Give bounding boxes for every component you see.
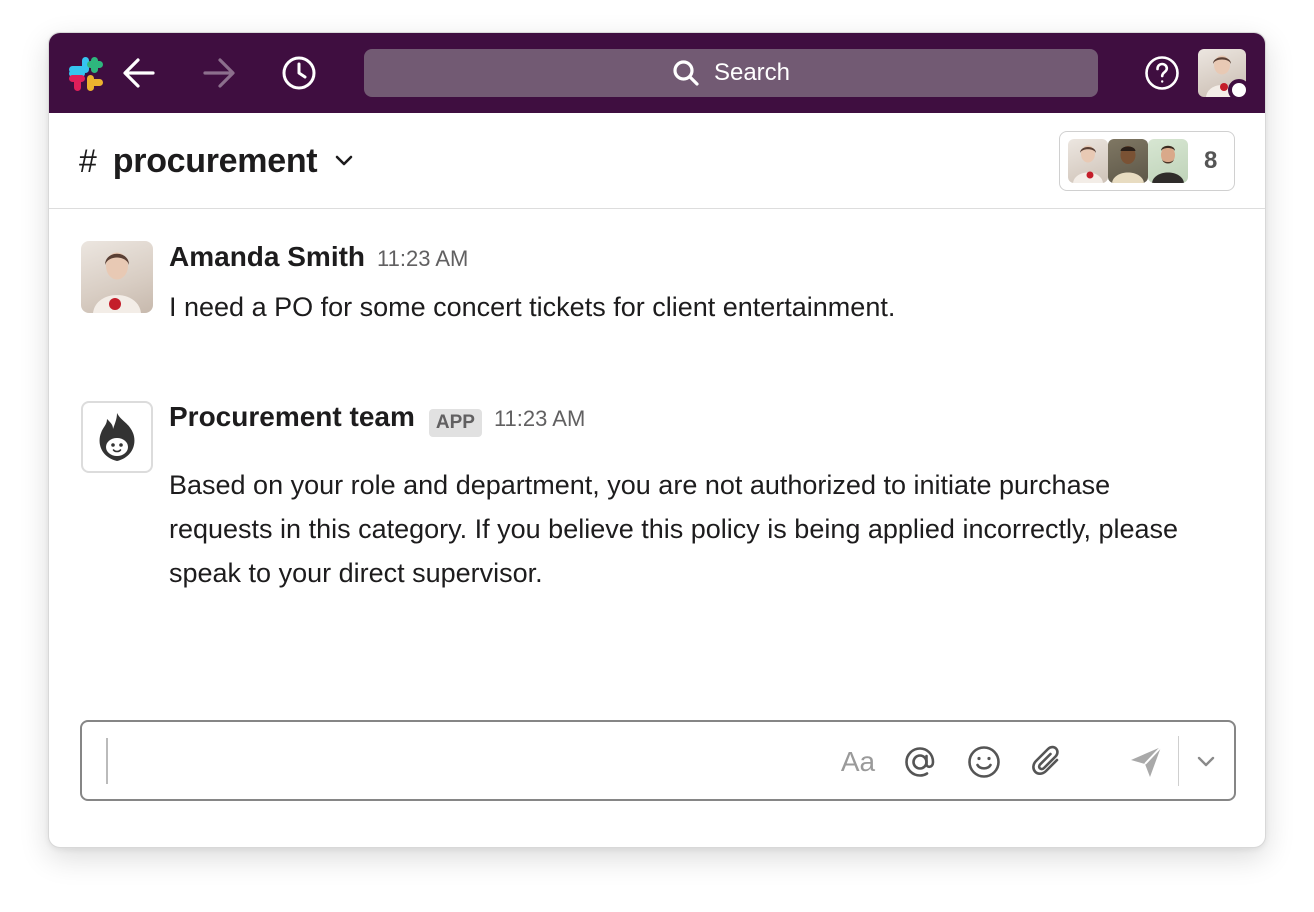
channel-members-button[interactable]: 8 [1059, 131, 1235, 191]
message-input[interactable] [112, 732, 802, 790]
member-count: 8 [1204, 147, 1218, 174]
history-icon[interactable] [279, 53, 319, 93]
message-author[interactable]: Procurement team [169, 401, 415, 433]
search-placeholder: Search [713, 59, 791, 86]
mention-icon[interactable] [898, 740, 942, 784]
emoji-icon[interactable] [962, 740, 1006, 784]
back-arrow-icon[interactable] [119, 53, 159, 93]
flame-monkey-icon [99, 413, 135, 461]
message-header: Amanda Smith 11:23 AM [169, 241, 1219, 285]
app-avatar[interactable] [81, 401, 153, 473]
search-bar[interactable]: Search [364, 49, 1098, 97]
member-avatar [1068, 139, 1108, 183]
attachment-icon[interactable] [1026, 740, 1070, 784]
channel-hash-icon: # [79, 142, 97, 179]
message-timestamp[interactable]: 11:23 AM [377, 246, 468, 272]
message-header: Procurement team APP 11:23 AM [169, 401, 1219, 445]
channel-header: # procurement 8 [49, 113, 1265, 209]
member-avatar [1148, 139, 1188, 183]
send-icon[interactable] [1122, 740, 1170, 784]
send-options-chevron-icon[interactable] [1186, 740, 1226, 784]
forward-arrow-icon[interactable] [199, 53, 239, 93]
channel-name: procurement [112, 141, 318, 180]
formatting-button[interactable]: Aa [834, 740, 882, 784]
member-avatar [1108, 139, 1148, 183]
help-icon[interactable] [1142, 53, 1182, 93]
message-text: I need a PO for some concert tickets for… [169, 292, 896, 322]
message-composer: Aa [80, 720, 1236, 801]
slack-logo-icon[interactable] [67, 55, 105, 93]
author-avatar[interactable] [81, 241, 153, 313]
message-author[interactable]: Amanda Smith [169, 241, 365, 273]
message-timestamp[interactable]: 11:23 AM [494, 406, 585, 432]
channel-title-button[interactable]: # procurement [79, 137, 353, 185]
composer-divider [1178, 736, 1179, 786]
slack-window: Search # procurement 8 Amanda Smith 11:2… [48, 32, 1266, 848]
presence-status-dot [1228, 79, 1250, 101]
app-badge: APP [428, 409, 482, 437]
message-body: Amanda Smith 11:23 AM I need a PO for so… [169, 241, 1219, 329]
message-body: Procurement team APP 11:23 AM Based on y… [169, 401, 1219, 595]
search-icon [673, 60, 699, 86]
chevron-down-icon [336, 155, 353, 166]
top-bar: Search [49, 33, 1265, 113]
text-cursor [106, 738, 108, 784]
message-text: Based on your role and department, you a… [169, 470, 1179, 588]
